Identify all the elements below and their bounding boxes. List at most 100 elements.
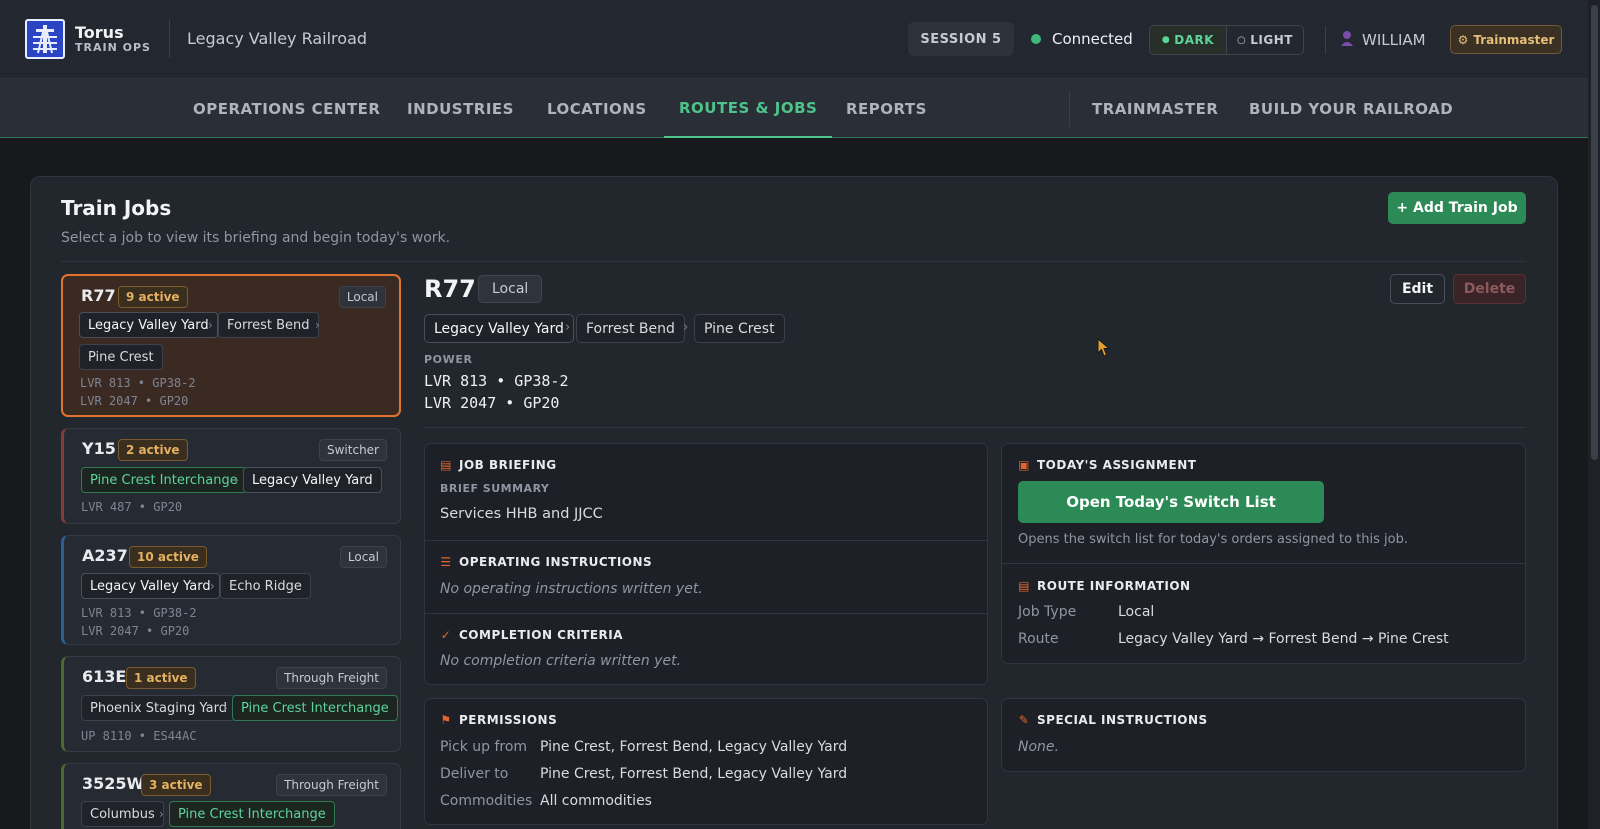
route-stop-chip: Pine Crest Interchange — [232, 695, 398, 721]
theme-dark-label: DARK — [1174, 33, 1215, 47]
tab-industries[interactable]: INDUSTRIES — [407, 79, 514, 138]
divider — [61, 261, 1526, 262]
tab-operations-center[interactable]: OPERATIONS CENTER — [193, 79, 380, 138]
pickup-label: Pick up from — [440, 739, 528, 755]
route-value: Legacy Valley Yard → Forrest Bend → Pine… — [1118, 631, 1449, 647]
scrollbar-thumb[interactable] — [1591, 5, 1598, 460]
job-type-badge: Local — [339, 546, 387, 568]
torus-logo-icon — [25, 19, 65, 59]
page-subtitle: Select a job to view its briefing and be… — [61, 230, 451, 246]
job-type-value: Local — [1118, 604, 1155, 620]
edit-button[interactable]: Edit — [1390, 274, 1445, 304]
route-information-heading: ▤ ROUTE INFORMATION — [1018, 579, 1191, 593]
job-card-y15[interactable]: Y15 2 active Switcher Pine Crest Interch… — [61, 428, 401, 524]
locomotive-line: LVR 2047 • GP20 — [81, 624, 190, 638]
brand-name: Torus — [75, 23, 124, 42]
active-count-badge: 10 active — [129, 546, 207, 568]
clipboard-icon: ▤ — [440, 458, 452, 472]
route-stop-chip: Forrest Bend — [218, 312, 319, 338]
open-switch-list-button[interactable]: Open Today's Switch List — [1018, 481, 1324, 523]
job-id: Y15 — [82, 439, 116, 458]
route-stop-chip: Echo Ridge — [220, 573, 311, 599]
tab-routes-jobs[interactable]: ROUTES & JOBS — [664, 79, 833, 138]
deliver-value: Pine Crest, Forrest Bend, Legacy Valley … — [540, 766, 848, 782]
switch-list-note: Opens the switch list for today's orders… — [1018, 532, 1408, 547]
mouse-cursor-icon — [1097, 337, 1111, 362]
divider — [425, 540, 987, 541]
chevron-right-icon: › — [208, 318, 213, 332]
route-stop-chip: Legacy Valley Yard — [79, 312, 218, 338]
tab-locations[interactable]: LOCATIONS — [547, 79, 647, 138]
theme-light-button[interactable]: ○ LIGHT — [1227, 26, 1303, 54]
detail-route-stop-chip: Pine Crest — [694, 314, 785, 343]
tab-trainmaster[interactable]: TRAINMASTER — [1092, 79, 1218, 138]
job-id: R77 — [81, 286, 116, 305]
route-information-title: ROUTE INFORMATION — [1037, 579, 1191, 593]
commodities-value: All commodities — [540, 793, 652, 809]
detail-route-stop-chip: Forrest Bend — [576, 314, 685, 343]
connection-status: Connected — [1052, 30, 1133, 48]
checkmark-icon: ✓ — [440, 628, 452, 642]
divider — [1069, 91, 1070, 127]
job-briefing-heading: ▤ JOB BRIEFING — [440, 458, 557, 472]
operating-instructions-heading: ☰ OPERATING INSTRUCTIONS — [440, 555, 652, 569]
job-card-613e[interactable]: 613E 1 active Through Freight Phoenix St… — [61, 656, 401, 752]
theme-dark-button[interactable]: ● DARK — [1150, 26, 1227, 54]
brief-summary-label: BRIEF SUMMARY — [440, 482, 550, 495]
job-card-3525w[interactable]: 3525W 3 active Through Freight Columbus … — [61, 763, 401, 829]
job-id: 613E — [82, 667, 127, 686]
route-stop-chip: Legacy Valley Yard — [243, 467, 382, 493]
operating-instructions-text: No operating instructions written yet. — [440, 581, 703, 597]
job-card-r77[interactable]: R77 9 active Local Legacy Valley Yard › … — [61, 274, 401, 417]
brand-subtitle: TRAIN OPS — [75, 41, 151, 54]
route-label: Route — [1018, 631, 1059, 647]
light-circle-icon: ○ — [1237, 34, 1247, 46]
completion-criteria-heading: ✓ COMPLETION CRITERIA — [440, 628, 623, 642]
job-type-badge: Switcher — [319, 439, 387, 461]
deliver-label: Deliver to — [440, 766, 509, 782]
locomotive-line: LVR 813 • GP38-2 — [80, 376, 196, 390]
divider — [425, 613, 987, 614]
main-nav: OPERATIONS CENTER INDUSTRIES LOCATIONS R… — [0, 79, 1600, 138]
permissions-title: PERMISSIONS — [459, 713, 558, 727]
railroad-name: Legacy Valley Railroad — [187, 29, 368, 48]
permissions-heading: ⚑ PERMISSIONS — [440, 713, 557, 727]
locomotive-line: LVR 487 • GP20 — [81, 500, 183, 514]
trainmaster-role-button[interactable]: ⚙ Trainmaster — [1450, 25, 1562, 54]
detail-route-stop-chip: Legacy Valley Yard — [424, 314, 574, 343]
operating-instructions-title: OPERATING INSTRUCTIONS — [459, 555, 653, 569]
chevron-right-icon: › — [210, 579, 215, 593]
completion-criteria-text: No completion criteria written yet. — [440, 653, 682, 669]
job-card-a237[interactable]: A237 10 active Local Legacy Valley Yard … — [61, 535, 401, 645]
special-instructions-text: None. — [1018, 739, 1059, 755]
chevron-right-icon: › — [683, 320, 689, 335]
commodities-label: Commodities — [440, 793, 533, 809]
detail-job-type-badge: Local — [478, 275, 543, 303]
locomotive-line: UP 8110 • ES44AC — [81, 729, 197, 743]
route-stop-chip: Pine Crest Interchange — [169, 801, 335, 827]
todays-assignment-title: TODAY'S ASSIGNMENT — [1037, 458, 1197, 472]
user-name: WILLIAM — [1362, 31, 1426, 49]
session-badge: SESSION 5 — [908, 22, 1014, 56]
special-instructions-title: SPECIAL INSTRUCTIONS — [1037, 713, 1208, 727]
job-id: 3525W — [82, 774, 145, 793]
brand: Torus TRAIN OPS — [75, 24, 151, 54]
delete-button[interactable]: Delete — [1453, 274, 1526, 304]
route-stop-chip: Phoenix Staging Yard — [81, 695, 236, 721]
add-train-job-button[interactable]: + Add Train Job — [1388, 192, 1526, 224]
connection-status-dot-icon — [1031, 34, 1041, 44]
chevron-right-icon: › — [315, 318, 320, 332]
top-bar: Torus TRAIN OPS Legacy Valley Railroad S… — [0, 0, 1600, 79]
job-id: A237 — [82, 546, 128, 565]
tab-build-your-railroad[interactable]: BUILD YOUR RAILROAD — [1249, 79, 1453, 138]
job-type-badge: Through Freight — [276, 774, 387, 796]
list-icon: ☰ — [440, 555, 452, 569]
todays-assignment-heading: ▣ TODAY'S ASSIGNMENT — [1018, 458, 1196, 472]
divider — [1325, 26, 1326, 54]
completion-criteria-title: COMPLETION CRITERIA — [459, 628, 624, 642]
user-menu[interactable]: WILLIAM — [1340, 30, 1426, 50]
tab-reports[interactable]: REPORTS — [846, 79, 927, 138]
divider — [424, 427, 1526, 428]
power-label: POWER — [424, 353, 473, 366]
pencil-icon: ✎ — [1018, 713, 1030, 727]
